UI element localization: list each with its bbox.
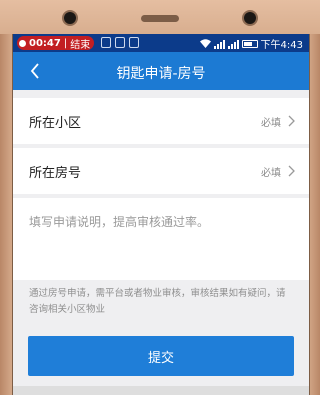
signal-icon: [213, 39, 225, 49]
room-select-row[interactable]: 所在房号 必填: [13, 148, 309, 194]
chevron-right-icon: [288, 115, 295, 127]
clock: 下午4:43: [260, 40, 303, 51]
camera-icon: [64, 12, 76, 24]
app-screen: 00:47 | 结束 下午4:43 钥匙申请-房号 所在小区 必填 所在房号 必…: [12, 34, 310, 395]
community-select-row[interactable]: 所在小区 必填: [13, 98, 309, 144]
description-textarea[interactable]: 填写申请说明，提高审核通过率。: [13, 198, 309, 280]
submit-button[interactable]: 提交: [28, 336, 294, 376]
community-label: 所在小区: [29, 115, 82, 131]
bottom-divider: [13, 386, 309, 395]
review-notice: 通过房号申请，需平台或者物业审核，审核结果如有疑问，请咨询相关小区物业: [29, 288, 286, 315]
call-recording-pill[interactable]: 00:47 | 结束: [17, 36, 95, 51]
phone-frame: 00:47 | 结束 下午4:43 钥匙申请-房号 所在小区 必填 所在房号 必…: [0, 0, 320, 395]
required-hint: 必填: [261, 167, 281, 179]
notification-icon: [115, 37, 125, 48]
notification-icon: [101, 37, 111, 48]
wifi-icon: [199, 39, 211, 48]
description-placeholder: 填写申请说明，提高审核通过率。: [29, 215, 210, 229]
notification-icon: [129, 37, 139, 48]
required-hint: 必填: [261, 117, 281, 129]
recording-dot-icon: [19, 39, 26, 47]
call-time: 00:47: [29, 37, 61, 49]
page-title: 钥匙申请-房号: [116, 66, 206, 82]
app-header: 钥匙申请-房号: [13, 52, 309, 90]
end-call-label: 结束: [70, 39, 91, 51]
chevron-right-icon: [288, 165, 295, 177]
earpiece: [141, 15, 179, 22]
status-bar: 00:47 | 结束 下午4:43: [13, 34, 309, 52]
phone-top-bezel: [0, 0, 320, 34]
battery-icon: [241, 39, 258, 48]
sensor-icon: [244, 12, 256, 24]
notification-icons: [101, 37, 139, 48]
room-label: 所在房号: [29, 165, 82, 181]
system-icons: 下午4:43: [199, 36, 303, 51]
submit-label: 提交: [147, 350, 174, 366]
signal-icon: [227, 39, 239, 49]
